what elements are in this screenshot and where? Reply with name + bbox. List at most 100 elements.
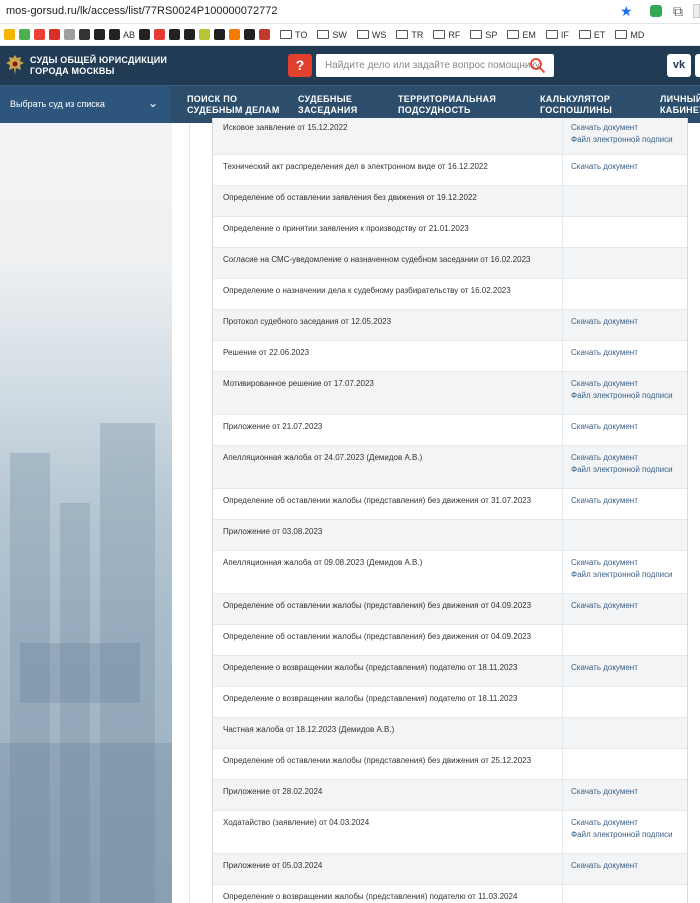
download-document-link[interactable]: Скачать документ xyxy=(571,316,679,328)
search-box[interactable]: Найдите дело или задайте вопрос помощник… xyxy=(316,54,554,77)
bookmark-item[interactable] xyxy=(34,29,45,40)
bookmark-favicon-icon xyxy=(244,29,256,40)
bookmark-favicon-icon xyxy=(79,29,90,40)
document-links: Скачать документ xyxy=(563,656,687,686)
download-document-link[interactable]: Скачать документ xyxy=(571,452,679,464)
document-links xyxy=(563,625,687,655)
search-icon[interactable] xyxy=(529,57,546,74)
signature-file-link[interactable]: Файл электронной подписи xyxy=(571,134,679,146)
document-row: Определение об оставлении жалобы (предст… xyxy=(213,594,687,625)
folder-icon xyxy=(356,30,369,39)
bookmark-folder[interactable]: ET xyxy=(578,30,605,40)
bookmark-item[interactable] xyxy=(199,29,211,40)
download-document-link[interactable]: Скачать документ xyxy=(571,347,679,359)
document-title: Определение о возвращении жалобы (предст… xyxy=(213,687,563,717)
bookmark-item[interactable] xyxy=(259,29,271,40)
bookmark-item[interactable] xyxy=(214,29,226,40)
bookmark-item[interactable] xyxy=(139,29,151,40)
bookmark-folder[interactable]: WS xyxy=(356,30,386,40)
court-select-dropdown[interactable]: Выбрать суд из списка ⌄ xyxy=(0,86,170,123)
download-document-link[interactable]: Скачать документ xyxy=(571,161,679,173)
document-row: Исковое заявление от 15.12.2022 Скачать д… xyxy=(213,118,687,155)
nav-court-hearings[interactable]: СУДЕБНЫЕ ЗАСЕДАНИЯ xyxy=(298,94,357,116)
bookmark-item[interactable] xyxy=(184,29,196,40)
folder-icon xyxy=(433,30,446,39)
document-links: Скачать документ xyxy=(563,415,687,445)
bookmark-item[interactable] xyxy=(49,29,60,40)
bookmark-favicon-icon xyxy=(229,29,241,40)
chevron-down-icon: ⌄ xyxy=(147,96,158,110)
extension-shield-icon[interactable] xyxy=(650,5,662,17)
download-document-link[interactable]: Скачать документ xyxy=(571,421,679,433)
nav-case-search[interactable]: ПОИСК ПО СУДЕБНЫМ ДЕЛАМ xyxy=(187,94,280,116)
bookmark-star-icon[interactable]: ★ xyxy=(620,3,633,20)
bookmark-folder[interactable]: MD xyxy=(615,30,644,40)
document-row: Приложение от 28.02.2024 Скачать документ xyxy=(213,780,687,811)
document-row: Приложение от 21.07.2023 Скачать документ xyxy=(213,415,687,446)
extensions-puzzle-icon[interactable]: ⧉ xyxy=(673,3,683,20)
bookmark-favicon-icon xyxy=(154,29,166,40)
bookmark-item[interactable] xyxy=(154,29,166,40)
bookmark-item[interactable] xyxy=(64,29,75,40)
signature-file-link[interactable]: Файл электронной подписи xyxy=(571,390,679,402)
document-title: Апелляционная жалоба от 09.08.2023 (Деми… xyxy=(213,551,563,593)
nav-fee-calculator[interactable]: КАЛЬКУЛЯТОР ГОСПОШЛИНЫ xyxy=(540,94,612,116)
browser-address-bar[interactable]: mos-gorsud.ru/lk/access/list/77RS0024P10… xyxy=(0,0,700,24)
bookmark-item[interactable] xyxy=(79,29,90,40)
bookmark-label: AB xyxy=(123,29,136,40)
download-document-link[interactable]: Скачать документ xyxy=(571,817,679,829)
download-document-link[interactable]: Скачать документ xyxy=(571,122,679,134)
coat-of-arms-icon[interactable] xyxy=(5,54,25,76)
download-document-link[interactable]: Скачать документ xyxy=(571,662,679,674)
bookmark-folder[interactable]: TR xyxy=(396,30,423,40)
documents-table: Исковое заявление от 15.12.2022 Скачать д… xyxy=(213,118,687,903)
nav-label-line: КАБИНЕТ xyxy=(660,105,700,115)
bookmark-folder[interactable]: RF xyxy=(433,30,460,40)
signature-file-link[interactable]: Файл электронной подписи xyxy=(571,829,679,841)
nav-territorial-jurisdiction[interactable]: ТЕРРИТОРИАЛЬНАЯ ПОДСУДНОСТЬ xyxy=(398,94,496,116)
nav-personal-account[interactable]: ЛИЧНЫЙ КАБИНЕТ xyxy=(660,94,700,116)
bookmark-folder[interactable]: SP xyxy=(470,30,497,40)
bookmark-folder[interactable]: IF xyxy=(545,30,569,40)
signature-file-link[interactable]: Файл электронной подписи xyxy=(571,464,679,476)
bookmark-item[interactable] xyxy=(94,29,105,40)
bookmark-favicon-icon xyxy=(214,29,226,40)
folder-icon xyxy=(507,30,520,39)
bookmark-folder[interactable]: EM xyxy=(507,30,536,40)
document-title: Определение об оставлении жалобы (предст… xyxy=(213,489,563,519)
bookmark-item[interactable]: AB xyxy=(109,29,135,40)
vk-social-button[interactable]: vk xyxy=(667,54,691,77)
search-input[interactable]: Найдите дело или задайте вопрос помощник… xyxy=(325,60,540,71)
document-row: Определение о возвращении жалобы (предст… xyxy=(213,687,687,718)
document-title: Технический акт распределения дел в элек… xyxy=(213,155,563,185)
document-links xyxy=(563,687,687,717)
document-row: Определение о возвращении жалобы (предст… xyxy=(213,656,687,687)
bookmark-item[interactable] xyxy=(169,29,181,40)
url-text[interactable]: mos-gorsud.ru/lk/access/list/77RS0024P10… xyxy=(6,5,278,17)
download-document-link[interactable]: Скачать документ xyxy=(571,495,679,507)
bookmark-item[interactable] xyxy=(4,29,15,40)
site-logo-text[interactable]: СУДЫ ОБЩЕЙ ЮРИСДИКЦИИ ГОРОДА МОСКВЫ xyxy=(30,55,167,77)
social-button-partial[interactable] xyxy=(695,54,700,77)
download-document-link[interactable]: Скачать документ xyxy=(571,860,679,872)
nav-label-line: ПОДСУДНОСТЬ xyxy=(398,105,471,115)
download-document-link[interactable]: Скачать документ xyxy=(571,378,679,390)
document-title: Определение о назначении дела к судебном… xyxy=(213,279,563,309)
bookmark-item[interactable] xyxy=(244,29,256,40)
document-links: Скачать документ xyxy=(563,341,687,371)
download-document-link[interactable]: Скачать документ xyxy=(571,557,679,569)
bookmark-folder-label: SP xyxy=(485,29,498,40)
download-document-link[interactable]: Скачать документ xyxy=(571,786,679,798)
assistant-help-button[interactable]: ? xyxy=(288,54,312,77)
bookmark-favicon-icon xyxy=(19,29,30,40)
download-document-link[interactable]: Скачать документ xyxy=(571,600,679,612)
document-links: Скачать документ xyxy=(563,854,687,884)
bookmark-folder[interactable]: SW xyxy=(317,30,347,40)
bookmark-folder[interactable]: TO xyxy=(280,30,307,40)
bookmark-item[interactable] xyxy=(229,29,241,40)
profile-icon[interactable] xyxy=(693,4,700,18)
document-links xyxy=(563,749,687,779)
bookmark-item[interactable] xyxy=(19,29,30,40)
document-title: Приложение от 03.08.2023 xyxy=(213,520,563,550)
signature-file-link[interactable]: Файл электронной подписи xyxy=(571,569,679,581)
